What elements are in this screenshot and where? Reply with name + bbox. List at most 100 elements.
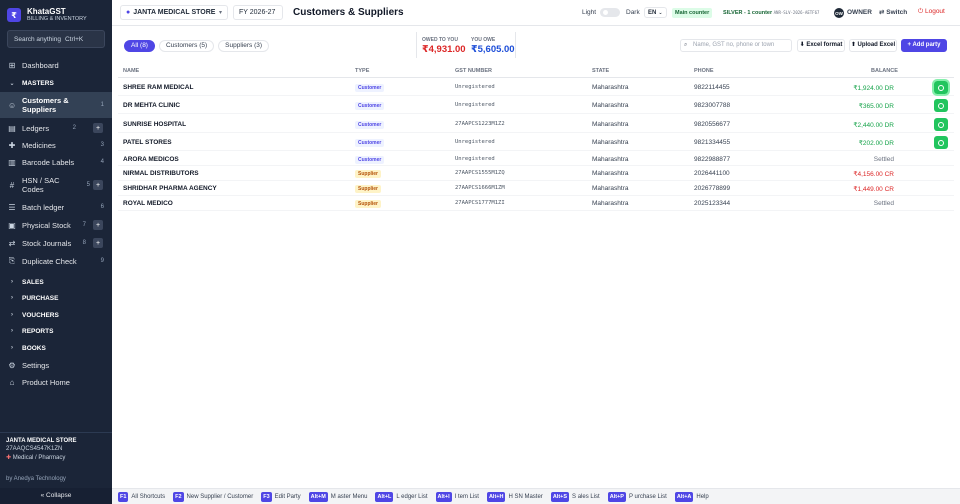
dashboard-icon: ⊞ [8,60,16,70]
sidebar-item-label: Stock Journals [22,238,72,248]
brand-name: KhataGST [27,7,66,16]
table-row[interactable]: PATEL STORES Customer Unregistered Maharash… [118,134,954,151]
item-count: 1 [100,102,104,108]
logout-button[interactable]: ⏻ Logout [918,8,945,16]
sidebar-item-label: Ledgers [22,123,50,133]
license-code: ANR-SLV-2026-AETF67 [773,10,820,15]
whatsapp-button[interactable] [934,99,948,112]
sidebar-item-duplicate-check[interactable]: ⎘ Duplicate Check 9 [0,253,112,269]
add-physical-stock-button[interactable]: + [93,220,103,230]
dark-label: Dark [626,9,640,16]
shortcut-key[interactable]: F2 [173,491,184,502]
chevron-right-icon: › [11,295,13,301]
brand[interactable]: ₹ KhataGST BILLING & INVENTORY [0,0,112,30]
sidebar-item-dashboard[interactable]: ⊞ Dashboard [0,57,112,73]
party-name: SHREE RAM MEDICAL [123,84,194,91]
tab-customers[interactable]: Customers (5) [158,40,215,52]
collapse-sidebar-button[interactable]: « Collapse [0,488,112,504]
header-balance: BALANCE [871,68,898,74]
company-selector[interactable]: ● JANTA MEDICAL STORE ▾ [120,5,228,20]
tab-suppliers[interactable]: Suppliers (3) [218,40,270,52]
sidebar-section-books[interactable]: › BOOKS [0,341,112,355]
header-phone: PHONE [694,68,714,74]
sidebar-section-purchase[interactable]: › PURCHASE [0,291,112,305]
party-balance: ₹1,924.00 DR [853,85,894,92]
sidebar-item-settings[interactable]: ⚙ Settings [0,357,112,373]
shortcut-key[interactable]: Alt+I [435,491,452,502]
table-row[interactable]: DR MEHTA CLINIC Customer Unregistered Mahar… [118,97,954,114]
table-row[interactable]: ARORA MEDICOS Customer Unregistered Maharas… [118,153,954,166]
shortcut-key[interactable]: F3 [261,491,272,502]
sidebar-search-input[interactable]: Search anything Ctrl+K [7,30,105,48]
tab-all[interactable]: All (8) [124,40,155,52]
table-row[interactable]: SHREE RAM MEDICAL Customer Unregistered Mah… [118,79,954,96]
plan-badge: SILVER - 1 counter ANR-SLV-2026-AETF67 [720,8,822,18]
gear-icon: ⚙ [8,360,16,370]
add-ledger-button[interactable]: + [93,123,103,133]
add-stock-journal-button[interactable]: + [93,238,103,248]
sidebar-item-hsn-sac[interactable]: # HSN / SAC Codes 5 + [0,172,112,198]
whatsapp-button[interactable] [934,118,948,131]
chevron-down-icon: ⌄ [9,80,15,87]
chevron-right-icon: › [11,312,13,318]
shortcut-key[interactable]: Alt+P [607,491,626,502]
party-search-input[interactable]: ⌕ Name, GST no, phone or town [680,39,792,52]
filter-tabs: All (8) Customers (5) Suppliers (3) [124,40,270,52]
party-balance: ₹1,449.00 CR [853,186,894,193]
party-type-badge: Customer [355,121,385,129]
whatsapp-icon [938,102,944,109]
header-gst: GST NUMBER [455,68,492,74]
party-type-badge: Customer [355,139,385,147]
sidebar-item-product-home[interactable]: ⌂ Product Home [0,374,112,390]
whatsapp-button[interactable] [934,136,948,149]
upload-excel-button[interactable]: ⬆ Upload Excel [849,39,897,52]
table-row[interactable]: SUNRISE HOSPITAL Customer 27AAPCS1223M1Z2 M… [118,116,954,133]
sidebar-item-physical-stock[interactable]: ▣ Physical Stock 7 + [0,217,112,233]
vendor-credit: by Anedya Technology [6,476,66,482]
theme-toggle[interactable] [600,8,620,17]
item-count: 5 [86,182,90,188]
switch-button[interactable]: ⇄ Switch [879,8,907,16]
table-row[interactable]: NIRMAL DISTRIBUTORS Supplier 27AAPCS1555M1… [118,167,954,181]
shortcut-label: S ales List [572,493,600,500]
sidebar-section-masters[interactable]: ⌄ MASTERS [0,76,112,90]
pill-icon: ✚ [8,140,16,150]
item-count: 6 [100,204,104,210]
table-row[interactable]: SHRIDHAR PHARMA AGENCY Supplier 27AAPCS166… [118,182,954,196]
shortcut-key[interactable]: Alt+S [550,491,570,502]
shortcut-key[interactable]: Alt+L [375,491,394,502]
sidebar-item-medicines[interactable]: ✚ Medicines 3 [0,137,112,153]
whatsapp-button[interactable] [932,79,950,96]
add-party-button[interactable]: + Add party [901,39,947,52]
shortcut-key[interactable]: Alt+A [674,491,694,502]
sidebar-section-reports[interactable]: › REPORTS [0,324,112,338]
sidebar-item-customers-suppliers[interactable]: ☺ Customers & Suppliers 1 [0,92,112,118]
avatar[interactable]: OW [834,8,844,18]
sidebar-section-vouchers[interactable]: › VOUCHERS [0,308,112,322]
table-row[interactable]: ROYAL MEDICO Supplier 27AAPCS1777M1ZI Mahar… [118,197,954,211]
item-count: 4 [100,159,104,165]
shortcut-bar: F1 All Shortcuts F2 New Supplier / Custome… [112,488,960,504]
language-selector[interactable]: EN ⌄ [644,7,667,18]
sidebar-item-stock-journals[interactable]: ⇄ Stock Journals 8 + [0,235,112,251]
sidebar-section-sales[interactable]: › SALES [0,275,112,289]
sidebar-item-barcode-labels[interactable]: ▥ Barcode Labels 4 [0,154,112,170]
users-icon: ☺ [8,100,17,110]
shortcut-key[interactable]: Alt+H [486,491,506,502]
batch-icon: ☰ [8,202,16,212]
power-icon: ⏻ [918,8,924,15]
party-gst: Unregistered [455,102,495,108]
fy-selector[interactable]: FY 2026-27 [233,5,283,20]
sidebar-item-label: Batch ledger [22,202,65,212]
party-state: Maharashtra [592,185,629,192]
chevron-right-icon: › [11,345,13,351]
you-owe-label: YOU OWE [471,37,496,43]
box-icon: ▣ [8,220,16,230]
sidebar-item-ledgers[interactable]: ▤ Ledgers 2 + [0,120,112,136]
add-hsn-button[interactable]: + [93,180,103,190]
excel-format-button[interactable]: ⬇ Excel format [797,39,845,52]
sidebar-item-batch-ledger[interactable]: ☰ Batch ledger 6 [0,199,112,215]
shortcut-key[interactable]: F1 [118,491,129,502]
party-gst: 27AAPCS1777M1ZI [455,200,505,206]
shortcut-key[interactable]: Alt+M [308,491,328,502]
